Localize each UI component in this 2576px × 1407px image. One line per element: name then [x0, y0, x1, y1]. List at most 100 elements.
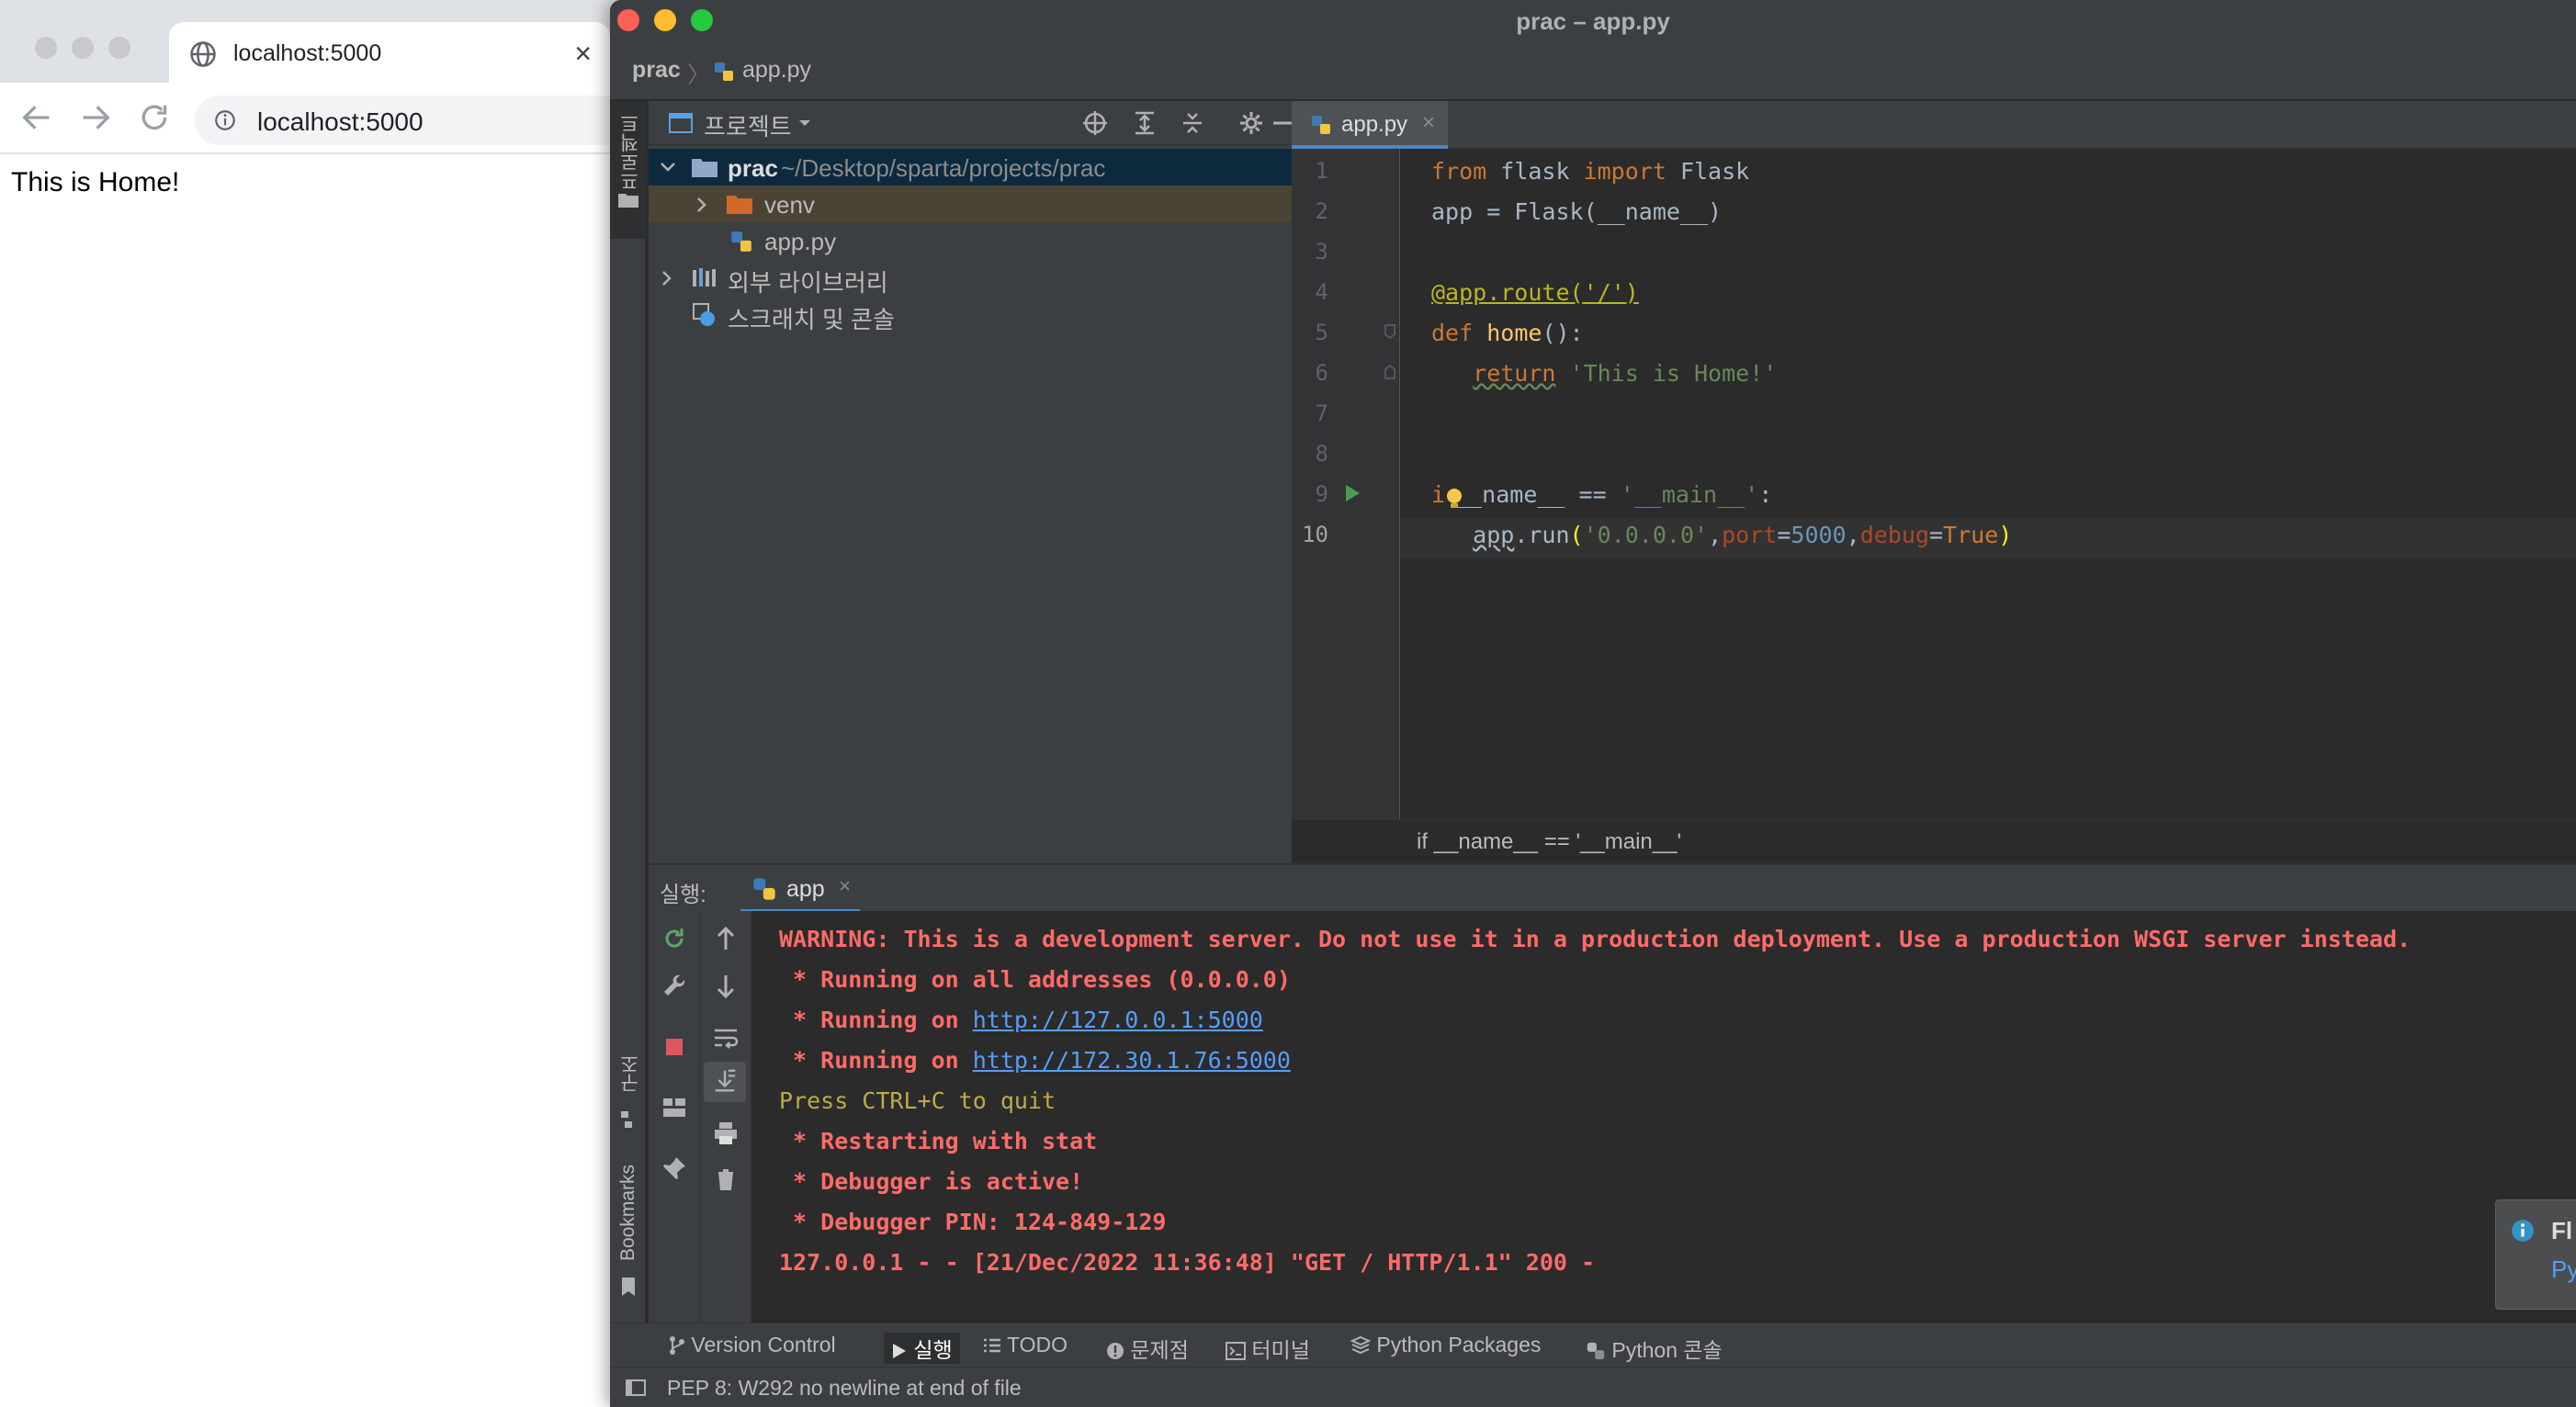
run-console[interactable]: WARNING: This is a development server. D…: [751, 911, 2576, 1323]
line-number: 1: [1315, 158, 1328, 184]
code-line-2: app = Flask(__name__): [1431, 198, 1723, 225]
console-line-prefix: * Running on: [779, 1007, 973, 1033]
wrench-icon[interactable]: [660, 972, 689, 1001]
tool-tab-python-packages[interactable]: Python Packages: [1350, 1333, 1541, 1357]
address-bar-url: localhost:5000: [257, 107, 424, 136]
notification-link[interactable]: Py: [2551, 1255, 2576, 1284]
console-line: * Running on http://172.30.1.76:5000: [779, 1047, 1291, 1074]
forward-arrow-icon[interactable]: [77, 99, 114, 136]
console-line: * Debugger PIN: 124-849-129: [779, 1209, 1167, 1235]
info-icon[interactable]: [213, 108, 237, 132]
chevron-right-icon[interactable]: [660, 270, 674, 287]
chevron-down-icon[interactable]: [796, 114, 814, 132]
ide-window: prac – app.py prac 〉 app.py 프로젝트 구조 Book…: [610, 0, 2576, 1407]
branch-icon: [670, 1336, 684, 1355]
run-toolbar-primary: [649, 911, 700, 1323]
browser-tab[interactable]: localhost:5000 ×: [169, 22, 610, 86]
expand-all-icon[interactable]: [1132, 110, 1158, 136]
trash-icon[interactable]: [711, 1165, 740, 1194]
tree-item-label: venv: [764, 191, 815, 219]
tool-tab-run[interactable]: 실행: [884, 1333, 960, 1364]
tree-item-app-py[interactable]: app.py: [649, 222, 1292, 259]
project-panel-title[interactable]: 프로젝트: [704, 108, 792, 142]
fold-marker-icon[interactable]: [1384, 323, 1396, 340]
soft-wrap-icon[interactable]: [711, 1023, 740, 1052]
back-arrow-icon[interactable]: [18, 99, 55, 136]
reload-icon[interactable]: [136, 99, 173, 136]
scroll-to-end-toggle[interactable]: [704, 1062, 746, 1102]
bookmark-icon: [622, 1278, 635, 1296]
arrow-down-icon[interactable]: [711, 972, 740, 1001]
tool-tab-problems[interactable]: 문제점: [1106, 1333, 1189, 1364]
browser-tab-bar: localhost:5000 ×: [0, 0, 643, 86]
tool-tab-label: 실행: [913, 1338, 953, 1362]
close-icon[interactable]: ×: [574, 37, 592, 71]
scroll-to-end-icon: [715, 1069, 736, 1092]
console-link[interactable]: http://127.0.0.1:5000: [973, 1007, 1263, 1033]
editor-tab-app-py[interactable]: app.py ×: [1292, 101, 1448, 149]
run-tab-app[interactable]: app ×: [740, 865, 860, 913]
navigation-breadcrumb: prac 〉 app.py: [610, 42, 2576, 101]
code-breadcrumb[interactable]: if __name__ == '__main__': [1417, 829, 1681, 855]
tool-tab-todo[interactable]: TODO: [983, 1333, 1068, 1357]
python-file-icon: [731, 231, 751, 252]
zoom-window-button[interactable]: [108, 37, 130, 59]
tool-tab-version-control[interactable]: Version Control: [669, 1333, 836, 1357]
project-tool-button[interactable]: 프로젝트: [610, 101, 647, 239]
line-number: 2: [1315, 198, 1328, 224]
browser-tab-title: localhost:5000: [233, 40, 382, 66]
packages-icon: [1350, 1335, 1372, 1355]
run-gutter-icon[interactable]: [1343, 483, 1361, 503]
code-line-10: app.run('0.0.0.0',port=5000,debug=True): [1473, 522, 2013, 548]
chevron-down-icon[interactable]: [660, 160, 676, 174]
pin-icon[interactable]: [660, 1154, 689, 1183]
globe-icon: [190, 41, 216, 67]
notification-title: Fl: [2551, 1217, 2573, 1244]
project-view-icon: [669, 113, 693, 133]
close-icon[interactable]: ×: [1422, 110, 1435, 136]
line-number: 6: [1315, 360, 1328, 386]
breadcrumb-project[interactable]: prac: [632, 57, 681, 84]
tree-item-prac[interactable]: prac ~/Desktop/sparta/projects/prac: [649, 149, 1292, 186]
console-line: * Running on http://127.0.0.1:5000: [779, 1007, 1263, 1033]
gear-icon[interactable]: [1238, 110, 1264, 136]
python-icon: [1587, 1342, 1605, 1360]
window-title: prac – app.py: [1516, 7, 1670, 35]
tree-item-external-libraries[interactable]: 외부 라이브러리: [649, 259, 1292, 297]
line-number: 4: [1315, 279, 1328, 305]
layout-toggle-icon[interactable]: [625, 1377, 647, 1399]
line-number: 9: [1315, 481, 1328, 507]
tree-item-scratches[interactable]: 스크래치 및 콘솔: [649, 296, 1292, 333]
close-icon[interactable]: ×: [839, 874, 851, 898]
notification-popup[interactable]: Fl Py: [2495, 1199, 2576, 1310]
bookmarks-tool-button[interactable]: Bookmarks: [610, 1157, 647, 1313]
library-icon: [693, 268, 716, 287]
excluded-folder-icon: [727, 196, 752, 214]
tree-item-label: 외부 라이브러리: [728, 269, 888, 297]
console-line: * Restarting with stat: [779, 1128, 1098, 1154]
tool-tab-python-console[interactable]: Python 콘솔: [1586, 1333, 1723, 1364]
lightbulb-icon[interactable]: [1444, 487, 1464, 511]
rerun-icon[interactable]: [660, 924, 689, 953]
stop-icon[interactable]: [660, 1032, 689, 1062]
print-icon[interactable]: [711, 1119, 740, 1148]
python-file-icon: [1312, 116, 1330, 134]
structure-tool-button[interactable]: 구조: [610, 1052, 647, 1163]
console-link[interactable]: http://172.30.1.76:5000: [973, 1047, 1291, 1074]
console-line-prefix: * Running on: [779, 1047, 973, 1074]
minimize-panel-icon[interactable]: [1273, 110, 1292, 136]
code-editor[interactable]: from flask import Flask app = Flask(__na…: [1400, 149, 2576, 819]
locate-target-icon[interactable]: [1082, 110, 1108, 136]
arrow-up-icon[interactable]: [711, 924, 740, 953]
tool-tab-terminal[interactable]: 터미널: [1226, 1333, 1310, 1364]
fold-marker-icon[interactable]: [1384, 364, 1396, 380]
tree-item-venv[interactable]: venv: [649, 186, 1292, 222]
python-file-icon: [715, 62, 733, 81]
chevron-right-icon[interactable]: [695, 197, 709, 213]
collapse-all-icon[interactable]: [1180, 110, 1205, 136]
close-window-button[interactable]: [35, 37, 57, 59]
layout-icon[interactable]: [660, 1093, 689, 1122]
minimize-window-button[interactable]: [72, 37, 94, 59]
address-bar[interactable]: localhost:5000: [195, 96, 654, 145]
breadcrumb-file[interactable]: app.py: [742, 57, 811, 84]
